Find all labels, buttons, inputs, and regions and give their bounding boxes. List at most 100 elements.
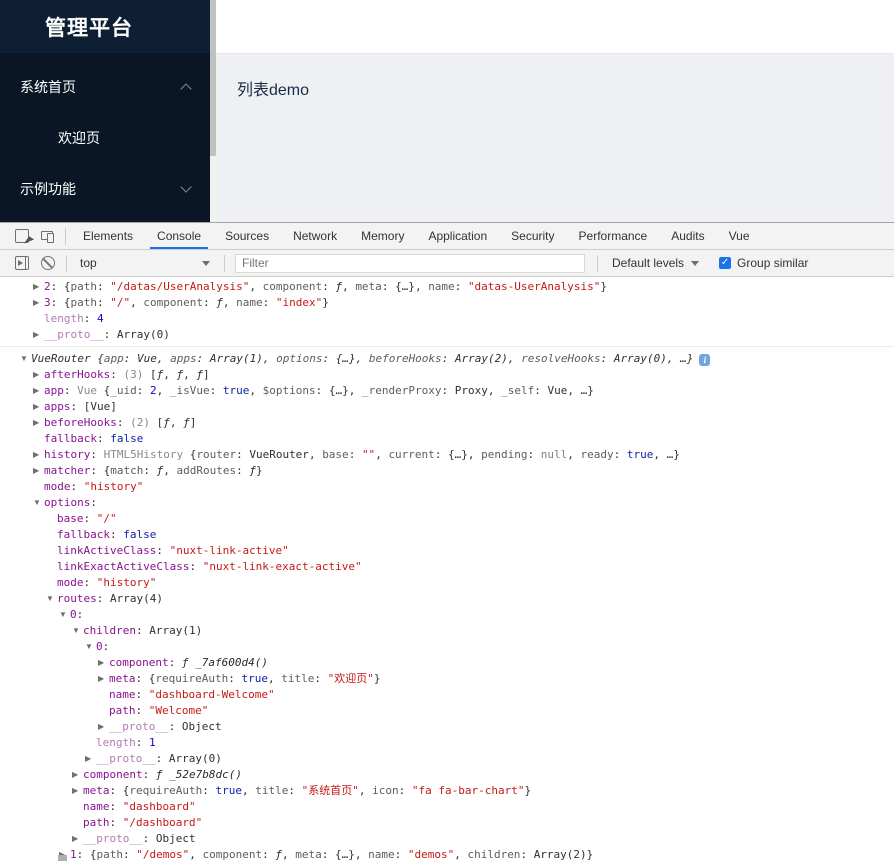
console-row[interactable]: ▶ app: Vue {_uid: 2, _isVue: true, $optio…	[0, 383, 894, 399]
expand-arrow-icon[interactable]: ▶	[33, 415, 44, 431]
clear-console-icon[interactable]	[41, 256, 55, 270]
console-row[interactable]: path: "/dashboard"	[0, 815, 894, 831]
console-row[interactable]: ▶ afterHooks: (3) [ƒ, ƒ, ƒ]	[0, 367, 894, 383]
console-row[interactable]: ▶ __proto__: Object	[0, 719, 894, 735]
devtools-tab-console[interactable]: Console	[146, 224, 212, 249]
sidebar-scrollbar[interactable]	[210, 0, 216, 222]
expand-arrow-icon[interactable]: ▶	[98, 719, 109, 735]
console-row[interactable]: ▶1: {path: "/demos", component: ƒ, meta:…	[0, 847, 894, 862]
console-token: {…}	[328, 384, 349, 397]
console-sidebar-toggle-icon[interactable]	[15, 256, 29, 270]
collapse-arrow-icon[interactable]: ▼	[59, 607, 70, 623]
console-row[interactable]: ▶ beforeHooks: (2) [ƒ, ƒ]	[0, 415, 894, 431]
console-row[interactable]: mode: "history"	[0, 575, 894, 591]
devtools-tab-memory[interactable]: Memory	[350, 224, 415, 249]
console-row[interactable]: ▶ matcher: {match: ƒ, addRoutes: ƒ}	[0, 463, 894, 479]
console-token: : {	[109, 784, 130, 797]
console-token: fallback	[57, 528, 110, 541]
execution-context-dropdown[interactable]: top	[72, 256, 219, 270]
console-row[interactable]: ▼ options:	[0, 495, 894, 511]
devtools-tab-application[interactable]: Application	[417, 224, 498, 249]
collapse-arrow-icon[interactable]: ▼	[46, 591, 57, 607]
console-row[interactable]: length: 4	[0, 311, 894, 327]
console-token: 2	[150, 384, 157, 397]
console-token: :	[262, 848, 276, 861]
console-row[interactable]: ▶ 2: {path: "/datas/UserAnalysis", compon…	[0, 279, 894, 295]
console-row[interactable]: ▶ 3: {path: "/", component: ƒ, name: "ind…	[0, 295, 894, 311]
console-row[interactable]: ▶ apps: [Vue]	[0, 399, 894, 415]
console-row[interactable]: ▼ children: Array(1)	[0, 623, 894, 639]
console-row[interactable]: ▼ VueRouter {app: Vue, apps: Array(1), op…	[0, 351, 894, 367]
device-toolbar-icon[interactable]	[41, 230, 54, 243]
console-token: requireAuth	[129, 784, 203, 797]
sidebar: 管理平台 系统首页 欢迎页 示例功能	[0, 0, 210, 222]
console-row[interactable]: fallback: false	[0, 527, 894, 543]
devtools-tab-performance[interactable]: Performance	[568, 224, 659, 249]
console-row[interactable]: name: "dashboard-Welcome"	[0, 687, 894, 703]
collapse-arrow-icon[interactable]: ▼	[72, 623, 83, 639]
filter-input[interactable]	[235, 253, 585, 273]
devtools-tab-elements[interactable]: Elements	[72, 224, 144, 249]
expand-arrow-icon[interactable]: ▶	[33, 279, 44, 295]
sidebar-item-demos[interactable]: 示例功能	[0, 163, 210, 214]
console-token: meta	[109, 672, 136, 685]
console-row[interactable]: fallback: false	[0, 431, 894, 447]
console-row[interactable]: ▶ component: ƒ _52e7b8dc()	[0, 767, 894, 783]
expand-arrow-icon[interactable]: ▶	[72, 767, 83, 783]
console-token: ,	[375, 448, 389, 461]
devtools-tab-network[interactable]: Network	[282, 224, 348, 249]
expand-arrow-icon[interactable]: ▶	[72, 831, 83, 847]
expand-arrow-icon[interactable]: ▶	[33, 367, 44, 383]
expand-arrow-icon[interactable]: ▶	[33, 327, 44, 343]
console-row[interactable]: ▶ __proto__: Array(0)	[0, 751, 894, 767]
expand-arrow-icon[interactable]: ▶	[98, 655, 109, 671]
console-token: null	[540, 448, 568, 461]
console-token: Array(1)	[149, 624, 203, 637]
expand-arrow-icon[interactable]: ▶	[72, 783, 83, 799]
collapse-arrow-icon[interactable]: ▼	[20, 351, 31, 367]
console-token: app	[103, 352, 124, 365]
console-token: :	[168, 656, 182, 669]
console-row[interactable]: ▼ routes: Array(4)	[0, 591, 894, 607]
console-row[interactable]: linkActiveClass: "nuxt-link-active"	[0, 543, 894, 559]
console-token: Vue	[136, 352, 157, 365]
inspect-element-icon[interactable]	[15, 229, 29, 243]
info-icon[interactable]: i	[699, 354, 711, 366]
console-token: Array(2)	[454, 352, 508, 365]
expand-arrow-icon[interactable]: ▶	[85, 751, 96, 767]
expand-arrow-icon[interactable]: ▶	[33, 447, 44, 463]
console-row[interactable]: name: "dashboard"	[0, 799, 894, 815]
console-row[interactable]: ▶ meta: {requireAuth: true, title: "欢迎页"}	[0, 671, 894, 687]
console-row[interactable]: ▶ component: ƒ _7af600d4()	[0, 655, 894, 671]
devtools-tab-vue[interactable]: Vue	[718, 224, 761, 249]
console-row[interactable]: ▶ __proto__: Object	[0, 831, 894, 847]
expand-arrow-icon[interactable]: ▶	[33, 463, 44, 479]
expand-arrow-icon[interactable]: ▶	[33, 399, 44, 415]
sidebar-item-dashboard[interactable]: 系统首页	[0, 61, 210, 112]
console-row[interactable]: ▼ 0:	[0, 639, 894, 655]
chevron-down-icon	[691, 260, 700, 266]
expand-arrow-icon[interactable]: ▶	[98, 671, 109, 687]
devtools-tab-audits[interactable]: Audits	[660, 224, 715, 249]
devtools-tab-security[interactable]: Security	[500, 224, 565, 249]
log-levels-dropdown[interactable]: Default levels	[612, 256, 706, 270]
console-row[interactable]: mode: "history"	[0, 479, 894, 495]
console-row[interactable]: ▶ history: HTML5History {router: VueRoute…	[0, 447, 894, 463]
expand-arrow-icon[interactable]: ▶	[33, 295, 44, 311]
expand-arrow-icon[interactable]: ▶	[33, 383, 44, 399]
console-row[interactable]: linkExactActiveClass: "nuxt-link-exact-a…	[0, 559, 894, 575]
collapse-arrow-icon[interactable]: ▼	[33, 495, 44, 511]
collapse-arrow-icon[interactable]: ▼	[85, 639, 96, 655]
console-row[interactable]: ▶ __proto__: Array(0)	[0, 327, 894, 343]
devtools-tab-sources[interactable]: Sources	[214, 224, 280, 249]
console-token: :	[209, 384, 223, 397]
scrollbar-thumb[interactable]	[210, 0, 216, 156]
console-row[interactable]: ▶ meta: {requireAuth: true, title: "系统首页"…	[0, 783, 894, 799]
console-row[interactable]: length: 1	[0, 735, 894, 751]
group-similar-checkbox[interactable]	[719, 257, 732, 269]
console-row[interactable]: base: "/"	[0, 511, 894, 527]
console-row[interactable]: ▼ 0:	[0, 607, 894, 623]
console-token: "datas-UserAnalysis"	[467, 280, 601, 293]
sidebar-item-welcome[interactable]: 欢迎页	[0, 112, 210, 163]
console-row[interactable]: path: "Welcome"	[0, 703, 894, 719]
